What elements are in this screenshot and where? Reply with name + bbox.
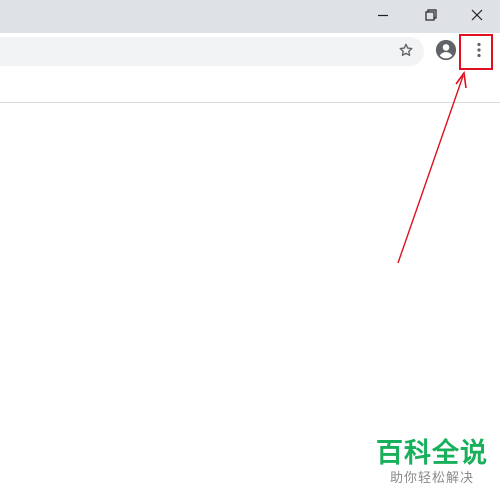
minimize-button[interactable] <box>360 0 406 30</box>
restore-icon <box>425 9 437 21</box>
title-bar <box>0 0 500 33</box>
close-button[interactable] <box>454 0 500 30</box>
restore-button[interactable] <box>408 0 454 30</box>
watermark-logo: 百科全说 助你轻松解决 <box>374 438 490 488</box>
account-circle-icon <box>435 39 457 65</box>
bookmark-star-button[interactable] <box>396 42 416 62</box>
watermark-title: 百科全说 <box>376 438 488 469</box>
browser-window: 百科全说 助你轻松解决 <box>0 0 500 500</box>
bookmarks-bar <box>0 71 500 103</box>
address-bar[interactable] <box>0 37 424 66</box>
close-icon <box>471 9 483 21</box>
minimize-icon <box>377 9 389 21</box>
star-icon <box>398 42 414 62</box>
toolbar <box>0 33 500 71</box>
watermark-subtitle: 助你轻松解决 <box>389 471 474 486</box>
profile-button[interactable] <box>434 39 458 65</box>
annotation-highlight-box <box>459 34 493 70</box>
